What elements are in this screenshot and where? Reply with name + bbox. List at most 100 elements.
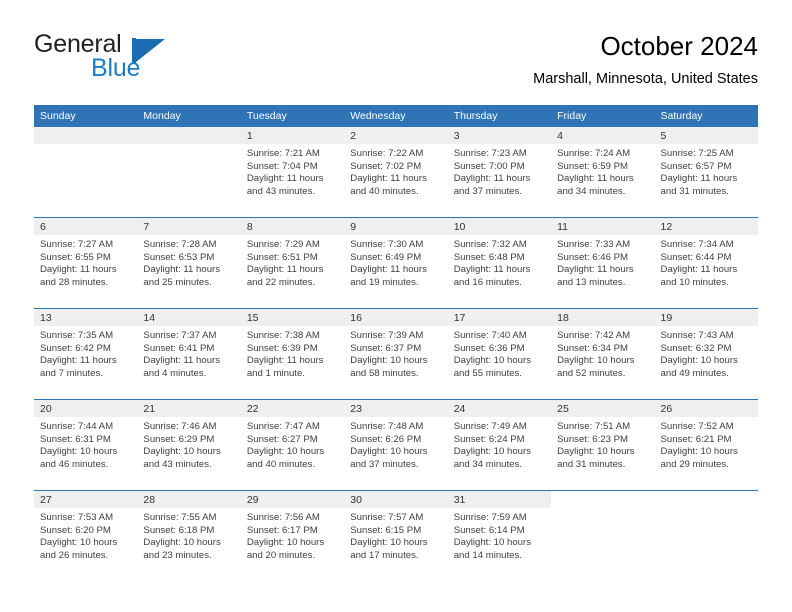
calendar-empty-cell (551, 490, 655, 581)
weekday-header-sunday: Sunday (34, 105, 138, 127)
calendar-day-cell[interactable]: 17 Sunrise: 7:40 AM Sunset: 6:36 PM Dayligh… (447, 308, 552, 400)
calendar-day-cell[interactable]: 31 Sunrise: 7:59 AM Sunset: 6:14 PM Dayligh… (447, 490, 552, 581)
day-info-line: Sunrise: 7:52 AM (660, 421, 734, 432)
day-info-line: Sunset: 6:48 PM (453, 251, 525, 263)
day-info-line: Sunset: 7:00 PM (453, 160, 525, 172)
day-sun-info: Sunrise: 7:27 AM Sunset: 6:55 PM Daylight:… (34, 235, 137, 289)
calendar-day-cell[interactable]: 28 Sunrise: 7:55 AM Sunset: 6:18 PM Dayligh… (137, 490, 241, 581)
day-info-line: Sunrise: 7:34 AM (660, 239, 734, 250)
calendar-day-cell[interactable]: 13 Sunrise: 7:35 AM Sunset: 6:42 PM Dayligh… (34, 308, 138, 400)
calendar-day-cell[interactable]: 24 Sunrise: 7:49 AM Sunset: 6:24 PM Dayligh… (447, 399, 552, 491)
calendar-day-cell[interactable]: 10 Sunrise: 7:32 AM Sunset: 6:48 PM Dayligh… (447, 217, 552, 309)
day-info-line: Sunset: 6:24 PM (453, 433, 525, 445)
calendar-day-cell[interactable]: 4 Sunrise: 7:24 AM Sunset: 6:59 PM Daylight… (551, 127, 655, 218)
day-info-line: Daylight: 10 hours (660, 355, 738, 367)
calendar-day-cell[interactable]: 25 Sunrise: 7:51 AM Sunset: 6:23 PM Dayligh… (551, 399, 655, 491)
calendar-day-cell[interactable]: 18 Sunrise: 7:42 AM Sunset: 6:34 PM Dayligh… (551, 308, 655, 400)
day-sun-info: Sunrise: 7:28 AM Sunset: 6:53 PM Daylight:… (137, 235, 240, 289)
calendar-week-row: 20 Sunrise: 7:44 AM Sunset: 6:31 PM Dayligh… (34, 399, 758, 491)
day-sun-info: Sunrise: 7:24 AM Sunset: 6:59 PM Daylight:… (551, 144, 654, 198)
day-sun-info: Sunrise: 7:49 AM Sunset: 6:24 PM Daylight:… (448, 417, 551, 471)
day-info-line: Sunset: 6:37 PM (350, 342, 422, 354)
day-info-line: Daylight: 10 hours (350, 355, 428, 367)
calendar-day-cell[interactable]: 11 Sunrise: 7:33 AM Sunset: 6:46 PM Dayligh… (551, 217, 655, 309)
day-cell-content: 16 Sunrise: 7:39 AM Sunset: 6:37 PM Dayligh… (344, 309, 448, 399)
day-number: 10 (447, 218, 552, 235)
day-cell-content: 19 Sunrise: 7:43 AM Sunset: 6:32 PM Dayligh… (654, 309, 758, 399)
day-cell-content: 18 Sunrise: 7:42 AM Sunset: 6:34 PM Dayligh… (551, 309, 655, 399)
calendar-week-row: 1 Sunrise: 7:21 AM Sunset: 7:04 PM Daylight… (34, 127, 758, 218)
day-cell-content: 31 Sunrise: 7:59 AM Sunset: 6:14 PM Dayligh… (447, 491, 552, 581)
day-info-line: Sunrise: 7:35 AM (40, 330, 114, 341)
day-info-line: Daylight: 11 hours (557, 264, 634, 276)
day-info-line: Daylight: 11 hours (246, 173, 324, 185)
calendar-day-cell[interactable]: 15 Sunrise: 7:38 AM Sunset: 6:39 PM Dayligh… (240, 308, 345, 400)
day-info-line: Daylight: 10 hours (40, 537, 118, 549)
calendar-day-cell[interactable]: 22 Sunrise: 7:47 AM Sunset: 6:27 PM Dayligh… (240, 399, 345, 491)
day-info-line: Daylight: 11 hours (350, 264, 427, 276)
day-info-line: Daylight: 10 hours (246, 446, 325, 458)
calendar-empty-cell (34, 127, 138, 218)
calendar-day-cell[interactable]: 5 Sunrise: 7:25 AM Sunset: 6:57 PM Daylight… (654, 127, 758, 218)
calendar-day-cell[interactable]: 2 Sunrise: 7:22 AM Sunset: 7:02 PM Daylight… (344, 127, 448, 218)
day-number (551, 491, 655, 508)
weekday-header-tuesday: Tuesday (240, 105, 345, 127)
day-number: 16 (344, 309, 448, 326)
calendar-day-cell[interactable]: 16 Sunrise: 7:39 AM Sunset: 6:37 PM Dayligh… (344, 308, 448, 400)
day-info-line: Sunrise: 7:30 AM (350, 239, 424, 250)
calendar-day-cell[interactable]: 7 Sunrise: 7:28 AM Sunset: 6:53 PM Daylight… (137, 217, 241, 309)
calendar-day-cell[interactable]: 3 Sunrise: 7:23 AM Sunset: 7:00 PM Daylight… (447, 127, 552, 218)
calendar-day-cell[interactable]: 20 Sunrise: 7:44 AM Sunset: 6:31 PM Dayligh… (34, 399, 138, 491)
day-info-line: Sunrise: 7:27 AM (40, 239, 114, 250)
day-info-line: Sunrise: 7:55 AM (143, 512, 217, 523)
day-cell-content: 20 Sunrise: 7:44 AM Sunset: 6:31 PM Dayligh… (34, 400, 138, 490)
day-info-line: and 31 minutes. (660, 185, 729, 197)
day-info-line: Sunset: 6:15 PM (350, 524, 422, 536)
calendar-day-cell[interactable]: 14 Sunrise: 7:37 AM Sunset: 6:41 PM Dayligh… (137, 308, 241, 400)
calendar-day-cell[interactable]: 9 Sunrise: 7:30 AM Sunset: 6:49 PM Daylight… (344, 217, 448, 309)
calendar-day-cell[interactable]: 6 Sunrise: 7:27 AM Sunset: 6:55 PM Daylight… (34, 217, 138, 309)
day-sun-info: Sunrise: 7:33 AM Sunset: 6:46 PM Daylight:… (551, 235, 654, 289)
calendar-day-cell[interactable]: 27 Sunrise: 7:53 AM Sunset: 6:20 PM Dayligh… (34, 490, 138, 581)
day-info-line: and 31 minutes. (557, 458, 626, 470)
calendar-day-cell[interactable]: 1 Sunrise: 7:21 AM Sunset: 7:04 PM Daylight… (240, 127, 345, 218)
calendar-day-cell[interactable]: 26 Sunrise: 7:52 AM Sunset: 6:21 PM Dayligh… (654, 399, 758, 491)
calendar-day-cell[interactable]: 21 Sunrise: 7:46 AM Sunset: 6:29 PM Dayligh… (137, 399, 241, 491)
day-info-line: and 10 minutes. (660, 276, 729, 288)
day-info-line: and 20 minutes. (246, 549, 316, 561)
calendar-day-cell[interactable]: 30 Sunrise: 7:57 AM Sunset: 6:15 PM Dayligh… (344, 490, 448, 581)
day-cell-content: 1 Sunrise: 7:21 AM Sunset: 7:04 PM Daylight… (240, 127, 345, 217)
day-info-line: Sunrise: 7:48 AM (350, 421, 424, 432)
day-number: 6 (34, 218, 138, 235)
day-info-line: Daylight: 11 hours (350, 173, 427, 185)
calendar-day-cell[interactable]: 8 Sunrise: 7:29 AM Sunset: 6:51 PM Daylight… (240, 217, 345, 309)
day-sun-info: Sunrise: 7:30 AM Sunset: 6:49 PM Daylight:… (344, 235, 447, 289)
day-sun-info: Sunrise: 7:35 AM Sunset: 6:42 PM Daylight:… (34, 326, 137, 380)
day-info-line: Daylight: 11 hours (453, 264, 531, 276)
day-sun-info: Sunrise: 7:25 AM Sunset: 6:57 PM Daylight:… (655, 144, 758, 198)
day-info-line: and 58 minutes. (350, 367, 419, 379)
day-cell-content: 8 Sunrise: 7:29 AM Sunset: 6:51 PM Daylight… (240, 218, 345, 308)
calendar-day-cell[interactable]: 29 Sunrise: 7:56 AM Sunset: 6:17 PM Dayligh… (240, 490, 345, 581)
day-info-line: and 37 minutes. (453, 185, 522, 197)
calendar-day-cell[interactable]: 12 Sunrise: 7:34 AM Sunset: 6:44 PM Dayligh… (654, 217, 758, 309)
day-cell-content: 7 Sunrise: 7:28 AM Sunset: 6:53 PM Daylight… (137, 218, 241, 308)
weekday-header-saturday: Saturday (654, 105, 758, 127)
calendar-day-cell[interactable]: 19 Sunrise: 7:43 AM Sunset: 6:32 PM Dayligh… (654, 308, 758, 400)
day-sun-info: Sunrise: 7:59 AM Sunset: 6:14 PM Daylight:… (448, 508, 551, 562)
calendar-page: General Blue October 2024 Marshall, Minn… (0, 0, 792, 612)
day-info-line: Daylight: 10 hours (246, 537, 325, 549)
day-info-line: Sunrise: 7:43 AM (660, 330, 734, 341)
day-sun-info: Sunrise: 7:56 AM Sunset: 6:17 PM Daylight:… (241, 508, 344, 562)
day-info-line: and 23 minutes. (143, 549, 212, 561)
day-info-line: Sunrise: 7:32 AM (453, 239, 527, 250)
day-info-line: Sunrise: 7:49 AM (453, 421, 527, 432)
day-info-line: and 16 minutes. (453, 276, 522, 288)
weekday-header-monday: Monday (137, 105, 241, 127)
day-cell-content (654, 491, 758, 581)
day-info-line: and 25 minutes. (143, 276, 212, 288)
day-cell-content: 3 Sunrise: 7:23 AM Sunset: 7:00 PM Daylight… (447, 127, 552, 217)
calendar-day-cell[interactable]: 23 Sunrise: 7:48 AM Sunset: 6:26 PM Dayligh… (344, 399, 448, 491)
day-info-line: and 55 minutes. (453, 367, 522, 379)
day-sun-info: Sunrise: 7:40 AM Sunset: 6:36 PM Daylight:… (448, 326, 551, 380)
